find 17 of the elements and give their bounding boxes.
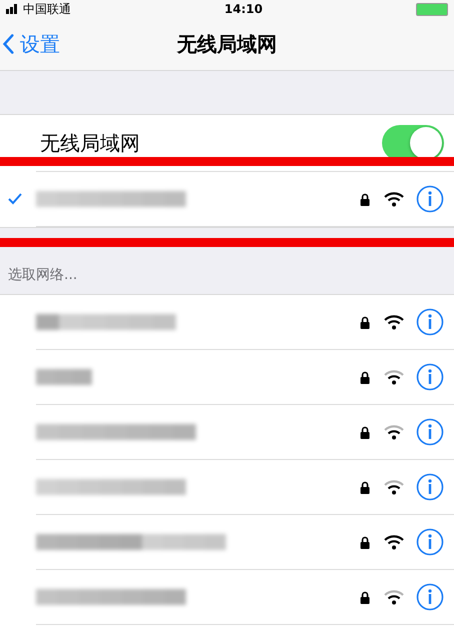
info-icon[interactable] <box>416 528 444 556</box>
battery-icon <box>416 2 448 16</box>
back-button[interactable]: 设置 <box>0 30 60 58</box>
wifi-label: 无线局域网 <box>40 130 140 156</box>
info-icon[interactable] <box>416 308 444 336</box>
info-icon[interactable] <box>416 418 444 446</box>
info-icon[interactable] <box>416 363 444 391</box>
blurred-name <box>36 369 92 385</box>
status-time: 14:10 <box>224 2 263 16</box>
info-icon[interactable] <box>416 583 444 611</box>
chevron-icon <box>2 33 14 55</box>
info-icon[interactable] <box>416 185 444 213</box>
carrier-name: 中国联通 <box>23 0 71 18</box>
cellular-signal-icon <box>6 4 17 14</box>
info-icon[interactable] <box>416 473 444 501</box>
page-title: 无线局域网 <box>177 30 277 58</box>
section-header: 选取网络... <box>8 266 78 284</box>
